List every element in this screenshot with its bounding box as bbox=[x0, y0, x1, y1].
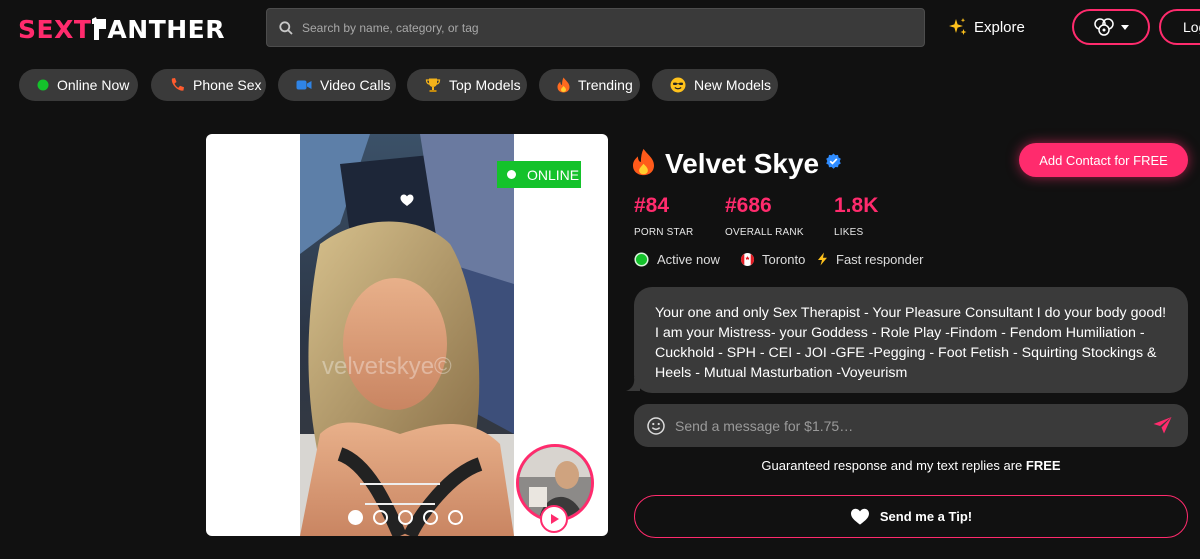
category-label: Online Now bbox=[57, 77, 130, 93]
logo-text-anther: ANTHER bbox=[107, 14, 225, 44]
add-contact-button[interactable]: Add Contact for FREE bbox=[1019, 143, 1188, 177]
search-icon bbox=[279, 20, 293, 35]
stat-value: #84 bbox=[634, 194, 670, 217]
lightning-icon bbox=[817, 252, 828, 266]
gallery-dot[interactable] bbox=[448, 510, 463, 525]
stat-value: #686 bbox=[725, 194, 772, 217]
category-trending[interactable]: Trending bbox=[539, 69, 640, 101]
login-button[interactable]: Log bbox=[1159, 9, 1200, 45]
canada-flag-icon bbox=[741, 252, 754, 266]
stat-label: LIKES bbox=[834, 227, 864, 238]
category-label: Top Models bbox=[449, 77, 521, 93]
phone-icon bbox=[169, 77, 185, 93]
panther-logo-icon bbox=[92, 17, 107, 40]
profile-photo-card[interactable]: velvetskye© ONLINE bbox=[206, 134, 608, 536]
guarantee-note: Guaranteed response and my text replies … bbox=[634, 458, 1188, 473]
coins-dropdown-button[interactable] bbox=[1072, 9, 1150, 45]
trophy-icon bbox=[425, 77, 441, 93]
gallery-dot[interactable] bbox=[373, 510, 388, 525]
smiley-icon bbox=[670, 77, 686, 93]
search-input[interactable] bbox=[302, 20, 902, 35]
message-input[interactable] bbox=[675, 417, 1135, 434]
active-status: Active now bbox=[634, 250, 720, 268]
active-dot-icon bbox=[634, 251, 649, 267]
chevron-down-icon bbox=[1121, 24, 1129, 30]
online-status-badge: ONLINE bbox=[497, 161, 581, 188]
green-dot-icon bbox=[37, 79, 49, 91]
login-label: Log bbox=[1183, 19, 1200, 35]
tip-label: Send me a Tip! bbox=[879, 509, 973, 524]
send-tip-button[interactable]: Send me a Tip! bbox=[634, 495, 1188, 538]
bio-bubble: Your one and only Sex Therapist - Your P… bbox=[634, 287, 1188, 393]
search-bar[interactable] bbox=[266, 8, 925, 47]
guarantee-free: FREE bbox=[1025, 458, 1061, 473]
stat-likes: 1.8K LIKES bbox=[834, 194, 878, 238]
like-heart-icon[interactable] bbox=[400, 194, 414, 212]
logo-text-sext: SEXT bbox=[18, 14, 92, 44]
video-camera-icon bbox=[296, 79, 312, 91]
category-label: Video Calls bbox=[320, 77, 391, 93]
play-video-button[interactable] bbox=[540, 505, 568, 533]
profile-name-row: Velvet Skye bbox=[632, 146, 842, 182]
stat-overall-rank: #686 OVERALL RANK bbox=[725, 194, 804, 238]
profile-name: Velvet Skye bbox=[665, 148, 820, 179]
responder-badge: Fast responder bbox=[817, 250, 923, 268]
verified-badge-icon bbox=[825, 153, 842, 175]
category-online-now[interactable]: Online Now bbox=[19, 69, 138, 101]
fire-icon bbox=[557, 77, 570, 93]
category-label: New Models bbox=[694, 77, 772, 93]
category-top-models[interactable]: Top Models bbox=[407, 69, 527, 101]
message-composer[interactable] bbox=[634, 404, 1188, 447]
stat-label: OVERALL RANK bbox=[725, 227, 804, 238]
guarantee-text: Guaranteed response and my text replies … bbox=[761, 458, 1023, 473]
gallery-dot[interactable] bbox=[398, 510, 413, 525]
gallery-pagination bbox=[348, 510, 463, 525]
stat-porn-star: #84 PORN STAR bbox=[634, 194, 693, 238]
play-icon bbox=[551, 514, 559, 524]
category-new-models[interactable]: New Models bbox=[652, 69, 778, 101]
stat-value: 1.8K bbox=[834, 194, 879, 217]
watermark-text: velvetskye© bbox=[322, 353, 452, 380]
responder-text: Fast responder bbox=[836, 251, 924, 267]
category-label: Trending bbox=[578, 77, 633, 93]
category-video-calls[interactable]: Video Calls bbox=[278, 69, 396, 101]
gallery-dot[interactable] bbox=[348, 510, 363, 525]
site-logo[interactable]: SEXT ANTHER bbox=[18, 14, 225, 44]
send-icon[interactable] bbox=[1153, 416, 1172, 439]
online-dot-icon bbox=[507, 170, 516, 179]
stat-label: PORN STAR bbox=[634, 227, 694, 238]
explore-label: Explore bbox=[974, 18, 1025, 36]
location-text: Toronto bbox=[762, 251, 806, 267]
online-label: ONLINE bbox=[527, 166, 580, 183]
emoji-icon[interactable] bbox=[647, 416, 665, 435]
fire-icon bbox=[632, 148, 655, 181]
heart-icon bbox=[850, 508, 870, 526]
location: Toronto bbox=[741, 250, 805, 268]
bubble-tail bbox=[626, 377, 640, 391]
sparkle-icon bbox=[949, 18, 967, 35]
explore-link[interactable]: Explore bbox=[948, 15, 1025, 39]
gallery-dot[interactable] bbox=[423, 510, 438, 525]
active-status-text: Active now bbox=[657, 251, 720, 267]
category-phone-sex[interactable]: Phone Sex bbox=[151, 69, 266, 101]
bio-text: Your one and only Sex Therapist - Your P… bbox=[655, 305, 1167, 381]
coins-icon bbox=[1094, 18, 1114, 36]
category-label: Phone Sex bbox=[193, 77, 262, 93]
